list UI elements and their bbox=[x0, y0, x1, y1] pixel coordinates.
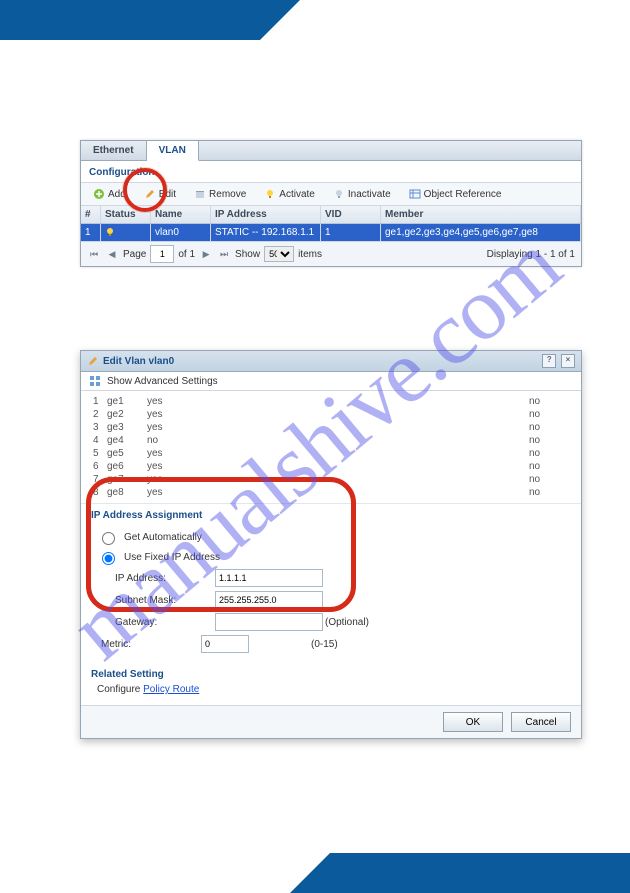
radio-get-auto-label: Get Automatically bbox=[124, 532, 202, 543]
cell-member: ge1,ge2,ge3,ge4,ge5,ge6,ge7,ge8 bbox=[381, 224, 581, 241]
help-button[interactable]: ? bbox=[542, 354, 556, 368]
subnet-mask-input[interactable] bbox=[215, 591, 323, 609]
th-status[interactable]: Status bbox=[101, 206, 151, 223]
cell-status bbox=[101, 224, 151, 241]
radio-use-fixed-label: Use Fixed IP Address bbox=[124, 552, 220, 563]
metric-input[interactable] bbox=[201, 635, 249, 653]
pager-of-label: of 1 bbox=[178, 249, 195, 260]
pager-page-label: Page bbox=[123, 249, 146, 260]
inactivate-button[interactable]: Inactivate bbox=[327, 186, 397, 202]
object-reference-icon bbox=[409, 188, 421, 200]
pager-show-label: Show bbox=[235, 249, 260, 260]
edit-vlan-dialog: Edit Vlan vlan0 ? × Show Advanced Settin… bbox=[80, 350, 582, 739]
remove-label: Remove bbox=[209, 189, 246, 200]
metric-range: (0-15) bbox=[311, 639, 371, 650]
add-button[interactable]: Add bbox=[87, 186, 132, 202]
section-title-configuration: Configuration bbox=[81, 161, 581, 182]
pager-page-input[interactable] bbox=[150, 245, 174, 263]
related-section-title: Related Setting bbox=[81, 663, 581, 682]
edit-label: Edit bbox=[159, 189, 176, 200]
tab-vlan[interactable]: VLAN bbox=[147, 141, 199, 161]
pager-summary: Displaying 1 - 1 of 1 bbox=[487, 249, 575, 260]
object-reference-label: Object Reference bbox=[424, 189, 502, 200]
th-name[interactable]: Name bbox=[151, 206, 211, 223]
ip-address-input[interactable] bbox=[215, 569, 323, 587]
list-item: 6ge6yesno bbox=[93, 460, 569, 473]
dialog-titlebar: Edit Vlan vlan0 ? × bbox=[81, 351, 581, 372]
ip-section-title: IP Address Assignment bbox=[81, 504, 581, 523]
cell-vid: 1 bbox=[321, 224, 381, 241]
policy-route-link[interactable]: Policy Route bbox=[143, 684, 199, 695]
list-item: 7ge7yesno bbox=[93, 473, 569, 486]
pager-next-button[interactable]: ▶ bbox=[199, 247, 213, 261]
list-item: 1ge1yesno bbox=[93, 395, 569, 408]
list-item: 8ge8yesno bbox=[93, 486, 569, 499]
th-ip[interactable]: IP Address bbox=[211, 206, 321, 223]
close-button[interactable]: × bbox=[561, 354, 575, 368]
add-icon bbox=[93, 188, 105, 200]
gateway-optional: (Optional) bbox=[325, 617, 385, 628]
show-advanced-label: Show Advanced Settings bbox=[107, 376, 218, 387]
inactivate-label: Inactivate bbox=[348, 189, 391, 200]
remove-button[interactable]: Remove bbox=[188, 186, 252, 202]
activate-button[interactable]: Activate bbox=[258, 186, 321, 202]
edit-icon bbox=[87, 355, 99, 367]
status-active-icon bbox=[105, 227, 115, 237]
radio-get-auto[interactable] bbox=[102, 532, 115, 545]
page-footer-banner bbox=[330, 853, 630, 893]
cell-num: 1 bbox=[81, 224, 101, 241]
subnet-mask-label: Subnet Mask: bbox=[115, 595, 215, 606]
object-reference-button[interactable]: Object Reference bbox=[403, 186, 508, 202]
pager-prev-button[interactable]: ◀ bbox=[105, 247, 119, 261]
radio-use-fixed[interactable] bbox=[102, 552, 115, 565]
remove-icon bbox=[194, 188, 206, 200]
list-item: 3ge3yesno bbox=[93, 421, 569, 434]
dialog-footer: OK Cancel bbox=[81, 705, 581, 738]
activate-label: Activate bbox=[279, 189, 315, 200]
grid-icon bbox=[89, 375, 101, 387]
cell-name: vlan0 bbox=[151, 224, 211, 241]
pager-items-label: items bbox=[298, 249, 322, 260]
gateway-input[interactable] bbox=[215, 613, 323, 631]
list-item: 5ge5yesno bbox=[93, 447, 569, 460]
port-list: 1ge1yesno 2ge2yesno 3ge3yesno 4ge4nono 5… bbox=[81, 391, 581, 504]
table-header: # Status Name IP Address VID Member bbox=[81, 206, 581, 224]
list-item: 4ge4nono bbox=[93, 434, 569, 447]
ip-address-label: IP Address: bbox=[115, 573, 215, 584]
list-item: 2ge2yesno bbox=[93, 408, 569, 421]
tabbar: Ethernet VLAN bbox=[81, 141, 581, 161]
pager: ⏮ ◀ Page of 1 ▶ ⏭ Show 50 items Displayi… bbox=[81, 241, 581, 266]
add-label: Add bbox=[108, 189, 126, 200]
toolbar: Add Edit Remove Activate Inactivate Obje… bbox=[81, 182, 581, 206]
bulb-on-icon bbox=[264, 188, 276, 200]
related-configure-label: Configure bbox=[97, 684, 143, 695]
cancel-button[interactable]: Cancel bbox=[511, 712, 571, 732]
tab-ethernet[interactable]: Ethernet bbox=[81, 141, 147, 160]
pager-last-button[interactable]: ⏭ bbox=[217, 247, 231, 261]
dialog-title: Edit Vlan vlan0 bbox=[87, 355, 174, 367]
table-row[interactable]: 1 vlan0 STATIC -- 192.168.1.1 1 ge1,ge2,… bbox=[81, 224, 581, 241]
th-vid[interactable]: VID bbox=[321, 206, 381, 223]
cell-ip: STATIC -- 192.168.1.1 bbox=[211, 224, 321, 241]
th-member[interactable]: Member bbox=[381, 206, 581, 223]
show-advanced-button[interactable]: Show Advanced Settings bbox=[81, 372, 581, 391]
interface-panel: Ethernet VLAN Configuration Add Edit Rem… bbox=[80, 140, 582, 267]
edit-icon bbox=[144, 188, 156, 200]
page-header-banner bbox=[0, 0, 260, 40]
gateway-label: Gateway: bbox=[115, 617, 215, 628]
bulb-off-icon bbox=[333, 188, 345, 200]
metric-label: Metric: bbox=[101, 639, 201, 650]
th-num[interactable]: # bbox=[81, 206, 101, 223]
pager-show-select[interactable]: 50 bbox=[264, 246, 294, 262]
ip-section: Get Automatically Use Fixed IP Address I… bbox=[81, 523, 581, 663]
edit-button[interactable]: Edit bbox=[138, 186, 182, 202]
title-buttons: ? × bbox=[540, 354, 575, 368]
ok-button[interactable]: OK bbox=[443, 712, 503, 732]
pager-first-button[interactable]: ⏮ bbox=[87, 247, 101, 261]
